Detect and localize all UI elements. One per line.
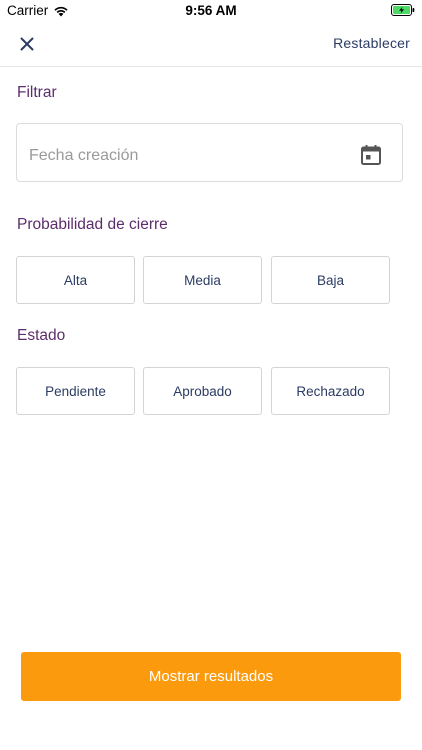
show-results-button[interactable]: Mostrar resultados bbox=[21, 652, 401, 701]
battery-icon bbox=[391, 4, 415, 16]
probability-option-baja[interactable]: Baja bbox=[271, 256, 390, 304]
navigation-bar: Restablecer bbox=[0, 22, 422, 67]
creation-date-field[interactable]: Fecha creación bbox=[16, 123, 403, 182]
filter-section-title: Filtrar bbox=[17, 84, 57, 101]
status-section-title: Estado bbox=[17, 327, 66, 344]
calendar-icon[interactable] bbox=[360, 144, 382, 166]
probability-option-alta[interactable]: Alta bbox=[16, 256, 135, 304]
probability-section-title: Probabilidad de cierre bbox=[17, 216, 168, 233]
reset-button[interactable]: Restablecer bbox=[333, 35, 410, 51]
status-option-rechazado[interactable]: Rechazado bbox=[271, 367, 390, 415]
status-option-aprobado[interactable]: Aprobado bbox=[143, 367, 262, 415]
status-bar: Carrier 9:56 AM bbox=[0, 0, 422, 22]
close-icon bbox=[20, 37, 34, 51]
status-time: 9:56 AM bbox=[185, 3, 237, 18]
probability-option-media[interactable]: Media bbox=[143, 256, 262, 304]
filter-screen: Carrier 9:56 AM Restablecer Filtrar Fech… bbox=[0, 0, 422, 750]
date-placeholder: Fecha creación bbox=[29, 147, 139, 164]
close-button[interactable] bbox=[14, 31, 40, 57]
status-option-pendiente[interactable]: Pendiente bbox=[16, 367, 135, 415]
